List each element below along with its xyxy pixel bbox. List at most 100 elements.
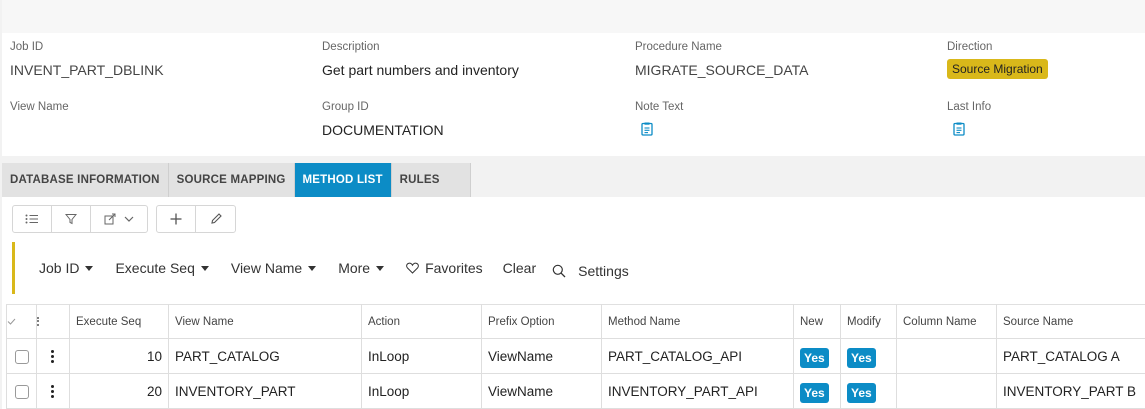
new-badge: Yes [800, 383, 829, 403]
kebab-icon [51, 383, 55, 400]
col-header-source-name[interactable]: Source Name [996, 304, 1145, 339]
cell-new: Yes [793, 373, 841, 409]
direction-badge: Source Migration [947, 59, 1048, 79]
field-job-id: Job ID INVENT_PART_DBLINK [10, 41, 164, 78]
record-header: Job ID INVENT_PART_DBLINK Description Ge… [2, 33, 1145, 156]
filter-view-name[interactable]: View Name [230, 260, 317, 276]
chevron-down-icon [124, 216, 134, 222]
cell-execute-seq: 20 [69, 373, 169, 409]
filter-view-name-label: View Name [230, 260, 303, 276]
procedure-name-value: MIGRATE_SOURCE_DATA [635, 62, 809, 78]
procedure-name-label: Procedure Name [635, 41, 722, 53]
last-info-icon[interactable] [953, 122, 965, 136]
cell-column-name [896, 373, 997, 409]
col-header-view-name[interactable]: View Name [168, 304, 362, 339]
cell-prefix-option: ViewName [481, 338, 602, 374]
select-all-checkbox[interactable] [6, 304, 37, 339]
note-text-label: Note Text [635, 101, 684, 113]
new-badge: Yes [800, 348, 829, 368]
field-view-name: View Name [10, 101, 69, 122]
export-menu-button[interactable] [91, 206, 147, 232]
cell-view-name: INVENTORY_PART [168, 373, 362, 409]
col-header-action[interactable]: Action [361, 304, 482, 339]
header-row-menu[interactable] [36, 304, 70, 339]
toolbar-group-edit [156, 205, 236, 233]
export-icon [104, 213, 116, 225]
modify-badge: Yes [847, 348, 876, 368]
toolbar-group-view [12, 205, 148, 233]
table-row[interactable]: 20 INVENTORY_PART InLoop ViewName INVENT… [6, 373, 1145, 409]
clear-button[interactable]: Clear [503, 260, 536, 276]
direction-label: Direction [947, 41, 993, 53]
row-checkbox[interactable] [6, 338, 37, 374]
cell-source-name: PART_CATALOG A [996, 338, 1145, 374]
table-header-row: Execute Seq View Name Action Prefix Opti… [6, 304, 1145, 339]
edit-icon[interactable] [196, 206, 235, 232]
last-info-label: Last Info [947, 101, 992, 113]
tab-database-information[interactable]: DATABASE INFORMATION [2, 163, 169, 197]
col-header-new[interactable]: New [793, 304, 841, 339]
row-checkbox[interactable] [6, 373, 37, 409]
col-header-prefix-option[interactable]: Prefix Option [481, 304, 602, 339]
cell-action: InLoop [361, 338, 482, 374]
cell-execute-seq: 10 [69, 338, 169, 374]
table-row[interactable]: 10 PART_CATALOG InLoop ViewName PART_CAT… [6, 338, 1145, 374]
col-header-modify[interactable]: Modify [840, 304, 897, 339]
note-icon[interactable] [641, 122, 653, 136]
group-id-label: Group ID [322, 101, 369, 113]
filter-job-id-label: Job ID [39, 260, 80, 276]
filter-icon[interactable] [52, 206, 91, 232]
caret-down-icon [200, 265, 209, 271]
row-menu-button[interactable] [36, 373, 70, 409]
row-menu-button[interactable] [36, 338, 70, 374]
favorites-label: Favorites [425, 260, 483, 276]
cell-method-name: INVENTORY_PART_API [601, 373, 794, 409]
tab-rules[interactable]: RULES [391, 163, 471, 197]
filter-execute-seq[interactable]: Execute Seq [115, 260, 209, 276]
field-description: Description Get part numbers and invento… [322, 41, 519, 78]
tab-bar: DATABASE INFORMATION SOURCE MAPPING METH… [2, 163, 471, 197]
description-label: Description [322, 41, 380, 53]
favorites-button[interactable]: Favorites [406, 260, 483, 276]
check-icon [7, 318, 16, 325]
filter-execute-seq-label: Execute Seq [115, 260, 195, 276]
cell-method-name: PART_CATALOG_API [601, 338, 794, 374]
settings-button[interactable]: Settings [552, 263, 629, 279]
list-icon[interactable] [13, 206, 52, 232]
field-procedure-name: Procedure Name MIGRATE_SOURCE_DATA [635, 41, 808, 78]
add-icon[interactable] [157, 206, 196, 232]
kebab-icon [37, 315, 41, 327]
cell-prefix-option: ViewName [481, 373, 602, 409]
col-header-execute-seq[interactable]: Execute Seq [69, 304, 169, 339]
caret-down-icon [85, 265, 94, 271]
filter-more[interactable]: More [338, 260, 385, 276]
field-last-info: Last Info [947, 101, 991, 136]
cell-modify: Yes [840, 373, 897, 409]
tab-source-mapping[interactable]: SOURCE MAPPING [168, 163, 295, 197]
filter-more-label: More [338, 260, 371, 276]
view-name-label: View Name [10, 101, 69, 113]
col-header-method-name[interactable]: Method Name [601, 304, 794, 339]
cell-action: InLoop [361, 373, 482, 409]
search-filter-bar: Job ID Execute Seq View Name More Favori… [12, 242, 1145, 294]
description-value: Get part numbers and inventory [322, 62, 519, 78]
cell-new: Yes [793, 338, 841, 374]
heart-icon [406, 262, 419, 274]
search-icon [552, 264, 566, 278]
cell-modify: Yes [840, 338, 897, 374]
filter-job-id[interactable]: Job ID [39, 260, 94, 276]
top-bar [2, 0, 1145, 33]
field-note-text: Note Text [635, 101, 683, 136]
field-direction: Direction Source Migration [947, 41, 1048, 79]
modify-badge: Yes [847, 383, 876, 403]
method-list-table: Execute Seq View Name Action Prefix Opti… [6, 304, 1145, 409]
cell-view-name: PART_CATALOG [168, 338, 362, 374]
col-header-column-name[interactable]: Column Name [896, 304, 997, 339]
settings-label: Settings [578, 263, 629, 279]
tab-method-list[interactable]: METHOD LIST [294, 163, 392, 197]
job-id-label: Job ID [10, 41, 44, 53]
toolbar [12, 205, 244, 233]
group-id-value: DOCUMENTATION [322, 122, 444, 138]
caret-down-icon [376, 265, 385, 271]
field-group-id: Group ID DOCUMENTATION [322, 101, 444, 138]
